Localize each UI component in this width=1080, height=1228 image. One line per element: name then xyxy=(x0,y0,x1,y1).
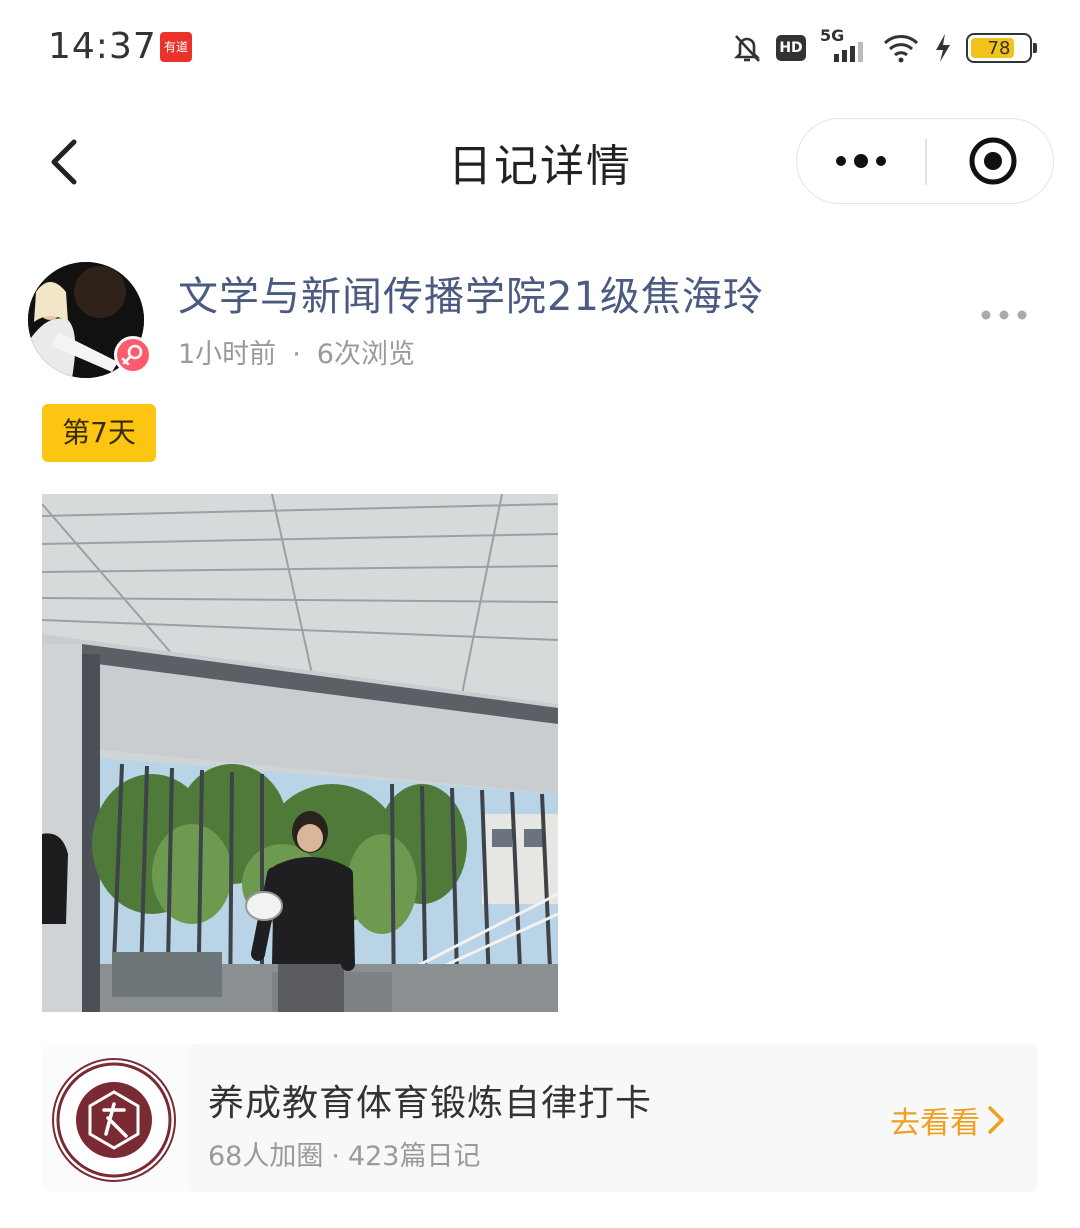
college-logo-icon xyxy=(52,1058,176,1182)
capsule-close-button[interactable] xyxy=(927,119,1053,205)
day-tag: 第7天 xyxy=(42,404,156,462)
circle-members: 68人加圈 xyxy=(208,1141,324,1172)
status-bar: 14:37 有道 HD 5G 78 xyxy=(0,0,1080,96)
goto-circle-button[interactable]: 去看看 xyxy=(890,1100,1006,1141)
charging-bolt-icon xyxy=(934,33,952,63)
view-count: 6次浏览 xyxy=(316,339,415,370)
circle-diaries: 423篇日记 xyxy=(347,1141,481,1172)
female-gender-icon xyxy=(114,336,152,374)
meta-separator: · xyxy=(292,339,301,370)
post-photo[interactable] xyxy=(42,494,558,1012)
author-name[interactable]: 文学与新闻传播学院21级焦海玲 xyxy=(178,264,764,322)
circle-card[interactable]: 养成教育体育锻炼自律打卡 68人加圈 · 423篇日记 去看看 xyxy=(42,1044,1038,1192)
post-more-button[interactable] xyxy=(976,300,1032,330)
diary-detail-screen: 14:37 有道 HD 5G 78 日记详情 文学与新闻传播学院21级焦海玲 1… xyxy=(0,0,1080,1228)
status-icons: HD 5G 78 xyxy=(732,26,1037,68)
wifi-icon xyxy=(882,33,920,63)
circle-name: 养成教育体育锻炼自律打卡 xyxy=(208,1083,653,1124)
status-time: 14:37 xyxy=(48,26,157,67)
youdao-app-icon: 有道 xyxy=(160,32,192,62)
stats-separator: · xyxy=(331,1141,340,1172)
author-avatar-wrap[interactable] xyxy=(28,262,152,378)
miniprogram-capsule xyxy=(796,118,1054,204)
more-dots-icon xyxy=(836,154,886,168)
goto-label: 去看看 xyxy=(890,1106,980,1141)
target-circle-icon xyxy=(969,137,1017,185)
battery-tip xyxy=(1033,43,1037,53)
post-meta: 1小时前 · 6次浏览 xyxy=(178,332,415,371)
battery-icon: 78 xyxy=(966,33,1037,63)
post-time: 1小时前 xyxy=(178,339,277,370)
nav-bar: 日记详情 xyxy=(0,110,1080,210)
capsule-more-button[interactable] xyxy=(797,119,925,205)
battery-level: 78 xyxy=(987,37,1011,59)
hd-icon: HD xyxy=(776,35,806,61)
circle-stats: 68人加圈 · 423篇日记 xyxy=(208,1134,481,1173)
signal-5g-icon: 5G xyxy=(820,26,868,66)
more-horizontal-icon xyxy=(981,310,1027,320)
bell-muted-icon xyxy=(732,32,762,64)
chevron-right-icon xyxy=(988,1106,1004,1134)
